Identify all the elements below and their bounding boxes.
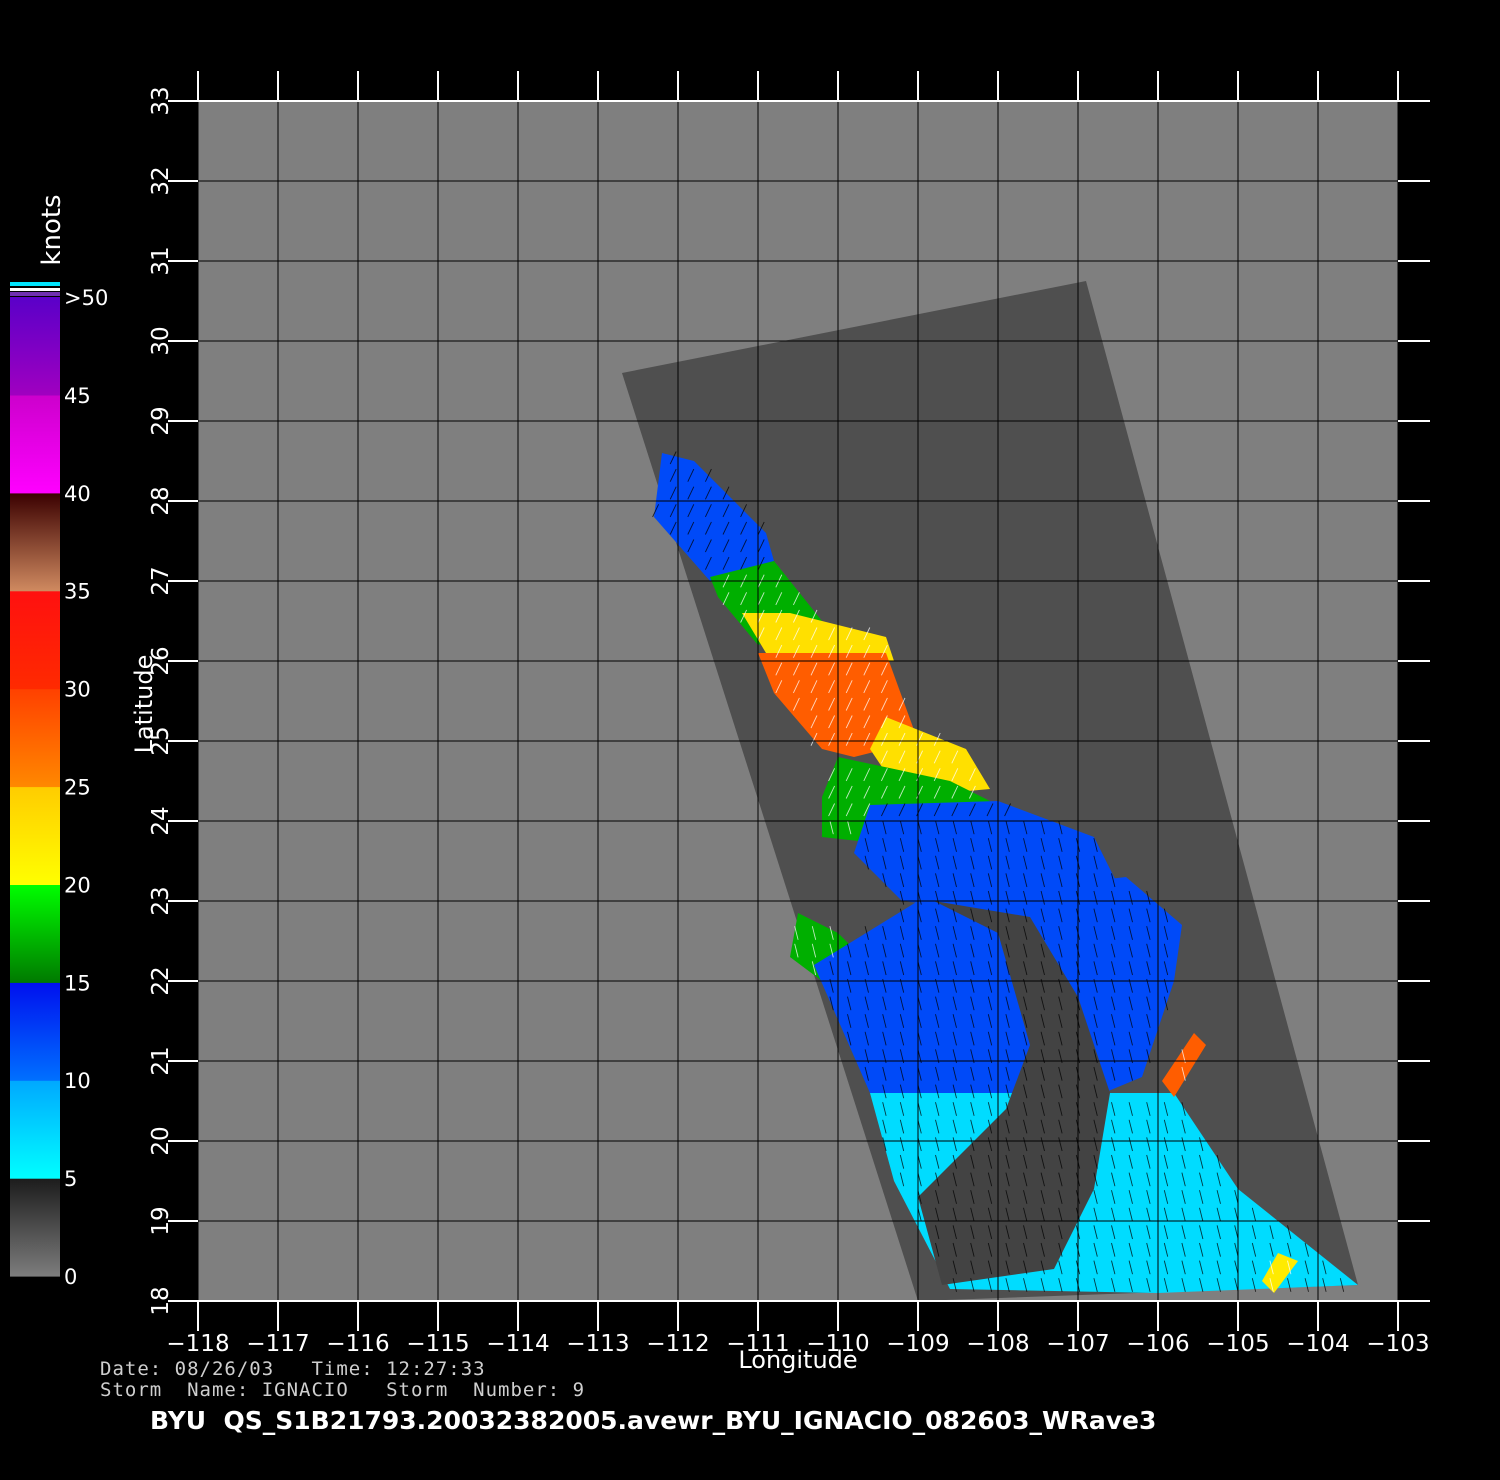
y-tick-label: 29 <box>148 406 174 435</box>
y-tick-label: 30 <box>148 326 174 355</box>
x-tick-label: −118 <box>166 1331 229 1357</box>
colorbar-tick-label: >50 <box>64 286 108 310</box>
colorbar-band <box>10 297 60 396</box>
colorbar-cap <box>10 282 60 286</box>
y-tick-label: 32 <box>148 166 174 195</box>
colorbar-band <box>10 394 60 494</box>
y-tick-label: 19 <box>148 1206 174 1235</box>
y-tick-label: 18 <box>148 1286 174 1315</box>
colorbar-tick-label: 20 <box>64 873 91 897</box>
x-tick-label: −113 <box>566 1331 629 1357</box>
y-tick-label: 27 <box>148 566 174 595</box>
y-tick-label: 33 <box>148 86 174 115</box>
colorbar-tick-label: 25 <box>64 776 91 800</box>
x-tick-label: −114 <box>486 1331 549 1357</box>
colorbar-band <box>10 590 60 690</box>
colorbar-band <box>10 982 60 1081</box>
colorbar-tick-label: 40 <box>64 482 91 506</box>
colorbar-unit-label: knots <box>37 194 67 265</box>
y-tick-label: 31 <box>148 246 174 275</box>
y-axis-title: Latitude <box>130 655 158 754</box>
x-tick-label: −105 <box>1206 1331 1269 1357</box>
x-tick-label: −103 <box>1366 1331 1429 1357</box>
colorbar-band <box>10 1178 60 1277</box>
colorbar-cap <box>10 292 60 296</box>
wind-speed-map: −118 −117 −116 −115 −114 −113 −112 −111 −110 −109… <box>10 71 1430 1374</box>
colorbar-tick-label: 45 <box>64 384 91 408</box>
y-tick-label: 24 <box>148 806 174 835</box>
colorbar-tick-label: 5 <box>64 1167 77 1191</box>
x-tick-label: −104 <box>1286 1331 1349 1357</box>
colorbar-tick-label: 35 <box>64 580 91 604</box>
y-tick-label: 20 <box>148 1126 174 1155</box>
colorbar-band <box>10 688 60 788</box>
y-tick-label: 22 <box>148 966 174 995</box>
y-tick-label: 28 <box>148 486 174 515</box>
footer-date-time: Date: 08/26/03 Time: 12:27:33 <box>100 1358 486 1380</box>
x-tick-label: −109 <box>886 1331 949 1357</box>
x-tick-label: −116 <box>326 1331 389 1357</box>
x-tick-label: −108 <box>966 1331 1029 1357</box>
colorbar-tick-label: 15 <box>64 971 91 995</box>
colorbar-band <box>10 786 60 885</box>
footer-storm-info: Storm Name: IGNACIO Storm Number: 9 <box>100 1379 586 1401</box>
x-tick-label: −117 <box>246 1331 309 1357</box>
y-tick-label: 23 <box>148 886 174 915</box>
x-tick-label: −115 <box>406 1331 469 1357</box>
colorbar-tick-label: 0 <box>64 1265 77 1289</box>
colorbar-tick-label: 10 <box>64 1069 91 1093</box>
x-tick-label: −112 <box>646 1331 709 1357</box>
colorbar-band <box>10 1080 60 1179</box>
footer-product-id: BYU QS_S1B21793.20032382005.avewr_BYU_IG… <box>150 1406 1157 1435</box>
colorbar-band <box>10 884 60 983</box>
colorbar-band <box>10 492 60 592</box>
colorbar-tick-labels: 0 5 10 15 20 25 30 35 40 45 >50 <box>64 286 108 1289</box>
x-tick-label: −107 <box>1046 1331 1109 1357</box>
colorbar-cap <box>10 288 60 291</box>
colorbar <box>10 282 60 1277</box>
colorbar-tick-label: 30 <box>64 678 91 702</box>
x-axis-title: Longitude <box>738 1346 857 1374</box>
y-tick-label: 21 <box>148 1046 174 1075</box>
x-tick-label: −106 <box>1126 1331 1189 1357</box>
